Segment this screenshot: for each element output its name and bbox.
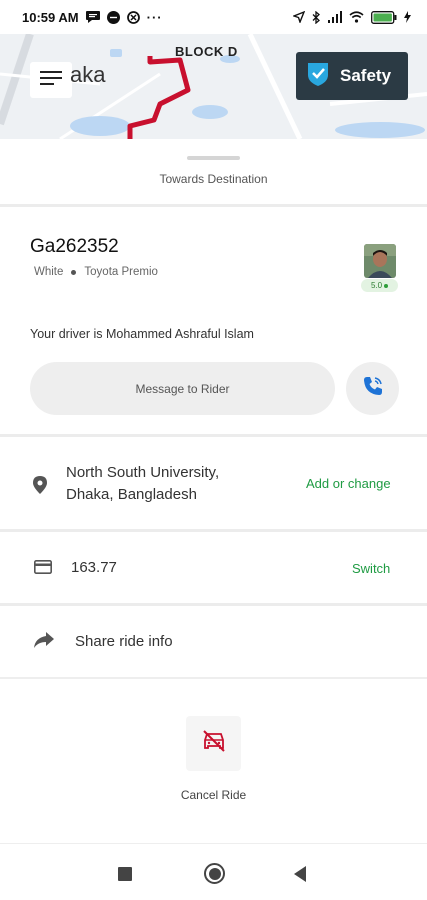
charging-icon: [404, 11, 411, 23]
home-button[interactable]: [204, 863, 225, 884]
recent-apps-button[interactable]: [118, 867, 132, 881]
app-notification-icon: [126, 10, 140, 24]
back-button[interactable]: [294, 866, 306, 882]
share-arrow-icon: [34, 632, 54, 653]
vehicle-color: White: [34, 266, 64, 278]
destination-row: North South University, Dhaka, Banglades…: [0, 438, 427, 528]
star-icon: [384, 283, 389, 288]
cancel-ride-button[interactable]: [186, 716, 241, 771]
vehicle-model: Toyota Premio: [84, 266, 158, 278]
message-rider-label: Message to Rider: [135, 381, 230, 396]
separator-dot: [71, 269, 77, 275]
phone-icon: [362, 375, 384, 402]
trip-status-label: Towards Destination: [159, 172, 268, 186]
hamburger-menu-icon: [40, 70, 62, 91]
status-left: 10:59 AM ···: [22, 10, 163, 25]
cancel-car-icon: [202, 729, 226, 758]
message-rider-button[interactable]: Message to Rider: [30, 362, 335, 415]
call-button[interactable]: [346, 362, 399, 415]
location-icon: [293, 11, 305, 23]
driver-rating: 5.0: [370, 281, 383, 290]
fare-amount: 163.77: [71, 559, 117, 576]
divider: [0, 204, 427, 207]
map-city-label: aka: [70, 62, 106, 87]
chat-notification-icon: [106, 10, 120, 24]
add-or-change-destination-button[interactable]: Add or change: [306, 476, 391, 491]
destination-address: North South University, Dhaka, Banglades…: [66, 462, 219, 506]
payment-row: 163.77 Switch: [0, 532, 427, 602]
driver-rating-badge: 5.0: [361, 279, 398, 292]
share-ride-info-row[interactable]: Share ride info: [0, 606, 427, 676]
system-navigation-bar: [0, 843, 427, 900]
destination-line-1: North South University,: [66, 464, 220, 481]
cancel-ride-label: Cancel Ride: [180, 788, 247, 802]
signal-icon: [328, 11, 342, 23]
status-bar: 10:59 AM ···: [0, 0, 427, 34]
location-pin-icon: [33, 476, 47, 499]
wifi-icon: [349, 11, 364, 23]
map-view[interactable]: aka BLOCK D Safety: [0, 34, 427, 139]
switch-payment-button[interactable]: Switch: [352, 561, 390, 576]
status-right: [293, 10, 411, 24]
battery-icon: [371, 10, 397, 24]
bluetooth-icon: [312, 10, 321, 24]
vehicle-info: White Toyota Premio: [34, 266, 158, 278]
home-icon: [208, 867, 221, 880]
menu-button[interactable]: [30, 62, 72, 98]
message-notification-icon: [85, 11, 100, 23]
safety-label: Safety: [340, 66, 392, 85]
status-time: 10:59 AM: [22, 9, 79, 25]
divider: [0, 434, 427, 437]
driver-intro-text: Your driver is Mohammed Ashraful Islam: [30, 327, 254, 341]
credit-card-icon: [34, 560, 52, 579]
divider: [0, 677, 427, 679]
driver-avatar[interactable]: [364, 244, 396, 278]
safety-button[interactable]: Safety: [296, 52, 408, 100]
shield-check-icon: [306, 61, 330, 92]
vehicle-plate: Ga262352: [30, 236, 119, 257]
share-ride-info-label: Share ride info: [75, 633, 173, 650]
sheet-drag-handle[interactable]: [187, 156, 240, 160]
map-block-label: BLOCK D: [175, 44, 238, 59]
destination-line-2: Dhaka, Bangladesh: [66, 486, 197, 503]
more-notifications-indicator: ···: [146, 9, 163, 25]
